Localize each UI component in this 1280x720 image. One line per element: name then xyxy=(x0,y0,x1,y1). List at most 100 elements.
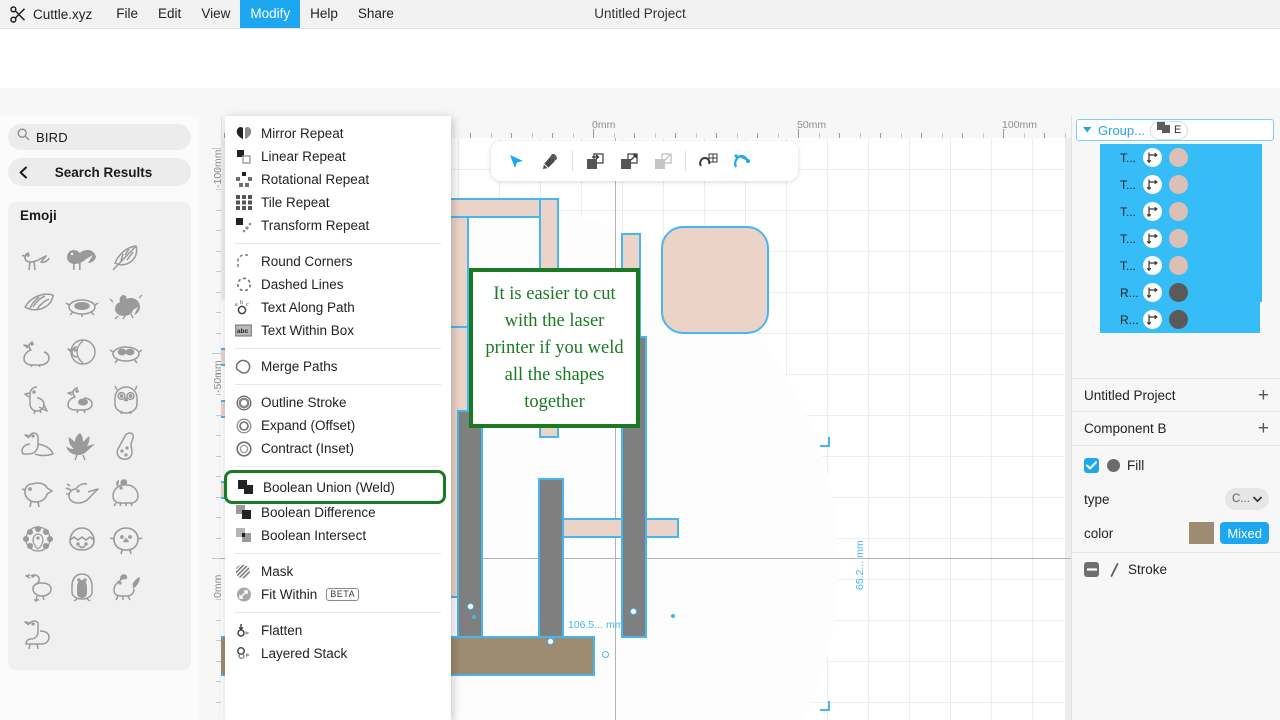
search-results-header[interactable]: Search Results xyxy=(8,158,191,186)
emoji-parrot[interactable] xyxy=(16,375,60,422)
emoji-chick[interactable] xyxy=(16,469,60,516)
menu-item-mask[interactable]: Mask xyxy=(225,560,451,583)
emoji-feather[interactable] xyxy=(104,234,148,281)
menu-item-text-within-box[interactable]: abc Text Within Box xyxy=(225,319,451,342)
menu-modify[interactable]: Modify xyxy=(240,0,301,28)
emoji-eagle[interactable] xyxy=(60,422,104,469)
path-node[interactable] xyxy=(467,603,474,610)
emoji-drumstick[interactable] xyxy=(104,422,148,469)
exit-group-tool[interactable] xyxy=(612,144,646,178)
layer-row[interactable]: T... xyxy=(1100,144,1260,171)
fill-color-mixed-badge[interactable]: Mixed xyxy=(1220,522,1269,544)
pen-tool[interactable] xyxy=(533,144,567,178)
path-point[interactable] xyxy=(472,615,476,619)
emoji-penguin[interactable] xyxy=(60,563,104,610)
menu-item-dashed-lines[interactable]: Dashed Lines xyxy=(225,273,451,296)
emoji-nest-eggs[interactable] xyxy=(104,328,148,375)
emoji-baby-chick[interactable] xyxy=(104,516,148,563)
search-field[interactable]: BIRD xyxy=(8,124,191,150)
menu-item-expand-offset[interactable]: Expand (Offset) xyxy=(225,414,451,437)
layer-row[interactable]: T... xyxy=(1100,225,1260,252)
fill-type-dropdown[interactable]: C... xyxy=(1225,488,1269,510)
menu-item-contract-inset[interactable]: Contract (Inset) xyxy=(225,437,451,460)
fill-color-row[interactable]: color Mixed xyxy=(1072,516,1280,550)
transform-icon[interactable] xyxy=(1143,175,1162,194)
node-edit-tool[interactable] xyxy=(725,144,759,178)
fill-checkbox[interactable] xyxy=(1084,457,1099,473)
menu-item-rotational-repeat[interactable]: Rotational Repeat xyxy=(225,168,451,191)
path-node[interactable] xyxy=(630,608,637,615)
layer-list[interactable]: T... T... T... T... T... R... R... xyxy=(1100,144,1260,333)
group-type-chip[interactable]: E xyxy=(1149,120,1189,140)
app-brand[interactable]: Cuttle.xyz xyxy=(0,0,106,28)
emoji-hatching-egg[interactable] xyxy=(60,516,104,563)
fill-type-row[interactable]: type C... xyxy=(1072,482,1280,516)
fill-row[interactable]: Fill xyxy=(1072,448,1280,482)
emoji-bird-filled[interactable] xyxy=(60,234,104,281)
transform-icon[interactable] xyxy=(1143,283,1162,302)
layer-color-swatch[interactable] xyxy=(1169,229,1188,248)
menu-item-round-corners[interactable]: Round Corners xyxy=(225,250,451,273)
menu-item-fit-within[interactable]: Fit Within BETA xyxy=(225,583,451,606)
layer-list-scrollbar[interactable] xyxy=(1258,144,1262,302)
emoji-flamingo[interactable] xyxy=(16,563,60,610)
menu-item-boolean-intersect[interactable]: Boolean Intersect xyxy=(225,524,451,547)
layer-color-swatch[interactable] xyxy=(1169,310,1188,329)
menu-item-linear-repeat[interactable]: Linear Repeat xyxy=(225,145,451,168)
menu-item-boolean-union-weld[interactable]: Boolean Union (Weld) xyxy=(224,470,446,504)
menu-item-outline-stroke[interactable]: Outline Stroke xyxy=(225,391,451,414)
menu-help[interactable]: Help xyxy=(300,0,348,28)
shape-path[interactable] xyxy=(661,226,769,334)
menu-item-layered-stack[interactable]: Layered Stack xyxy=(225,642,451,665)
chevron-left-icon[interactable] xyxy=(8,166,38,179)
layer-row[interactable]: T... xyxy=(1100,198,1260,225)
menu-edit[interactable]: Edit xyxy=(148,0,191,28)
modify-dropdown-menu[interactable]: Mirror Repeat Linear Repeat Rotational Rep… xyxy=(224,116,451,720)
transform-icon[interactable] xyxy=(1143,310,1162,329)
bbox-corner[interactable] xyxy=(820,437,830,447)
emoji-rooster[interactable] xyxy=(104,563,148,610)
emoji-goose[interactable] xyxy=(16,610,60,657)
emoji-dodo[interactable] xyxy=(16,328,60,375)
menu-share[interactable]: Share xyxy=(348,0,404,28)
add-component-button[interactable]: + xyxy=(1258,419,1269,438)
menu-item-tile-repeat[interactable]: Tile Repeat xyxy=(225,191,451,214)
layer-row[interactable]: T... xyxy=(1100,252,1260,279)
stroke-row[interactable]: Stroke xyxy=(1072,552,1280,586)
layer-color-swatch[interactable] xyxy=(1169,175,1188,194)
emoji-rooster-crowing[interactable] xyxy=(104,281,148,328)
menu-item-text-along-path[interactable]: a b c Text Along Path xyxy=(225,296,451,319)
emoji-turkey[interactable] xyxy=(60,328,104,375)
fill-color-swatch[interactable] xyxy=(1189,522,1215,544)
transform-icon[interactable] xyxy=(1143,229,1162,248)
transform-icon[interactable] xyxy=(1143,202,1162,221)
path-point[interactable] xyxy=(671,614,675,618)
group-tool-disabled[interactable] xyxy=(646,144,680,178)
emoji-owl[interactable] xyxy=(104,375,148,422)
shape-post[interactable] xyxy=(538,478,564,638)
transform-icon[interactable] xyxy=(1143,256,1162,275)
menu-item-merge-paths[interactable]: Merge Paths xyxy=(225,355,451,378)
path-node[interactable] xyxy=(547,638,554,645)
triangle-down-icon[interactable] xyxy=(1082,121,1093,139)
layer-color-swatch[interactable] xyxy=(1169,148,1188,167)
emoji-bird-walking[interactable] xyxy=(16,234,60,281)
vertical-ruler[interactable]: -100mm -50mm 0mm xyxy=(199,116,224,720)
snap-to-grid-tool[interactable] xyxy=(691,144,725,178)
path-node[interactable] xyxy=(602,651,609,658)
menu-item-mirror-repeat[interactable]: Mirror Repeat xyxy=(225,122,451,145)
add-project-button[interactable]: + xyxy=(1258,386,1269,405)
menu-item-boolean-difference[interactable]: Boolean Difference xyxy=(225,501,451,524)
enter-group-tool[interactable] xyxy=(578,144,612,178)
emoji-duck[interactable] xyxy=(60,375,104,422)
layer-row[interactable]: R... xyxy=(1100,306,1260,333)
transform-icon[interactable] xyxy=(1143,148,1162,167)
emoji-dove-branch[interactable] xyxy=(60,469,104,516)
layer-row[interactable]: T... xyxy=(1100,171,1260,198)
emoji-swan[interactable] xyxy=(16,422,60,469)
emoji-hen[interactable] xyxy=(104,469,148,516)
menu-item-transform-repeat[interactable]: Transform Repeat xyxy=(225,214,451,237)
menu-file[interactable]: File xyxy=(106,0,148,28)
section-component[interactable]: Component B + xyxy=(1072,412,1280,446)
layer-color-swatch[interactable] xyxy=(1169,283,1188,302)
